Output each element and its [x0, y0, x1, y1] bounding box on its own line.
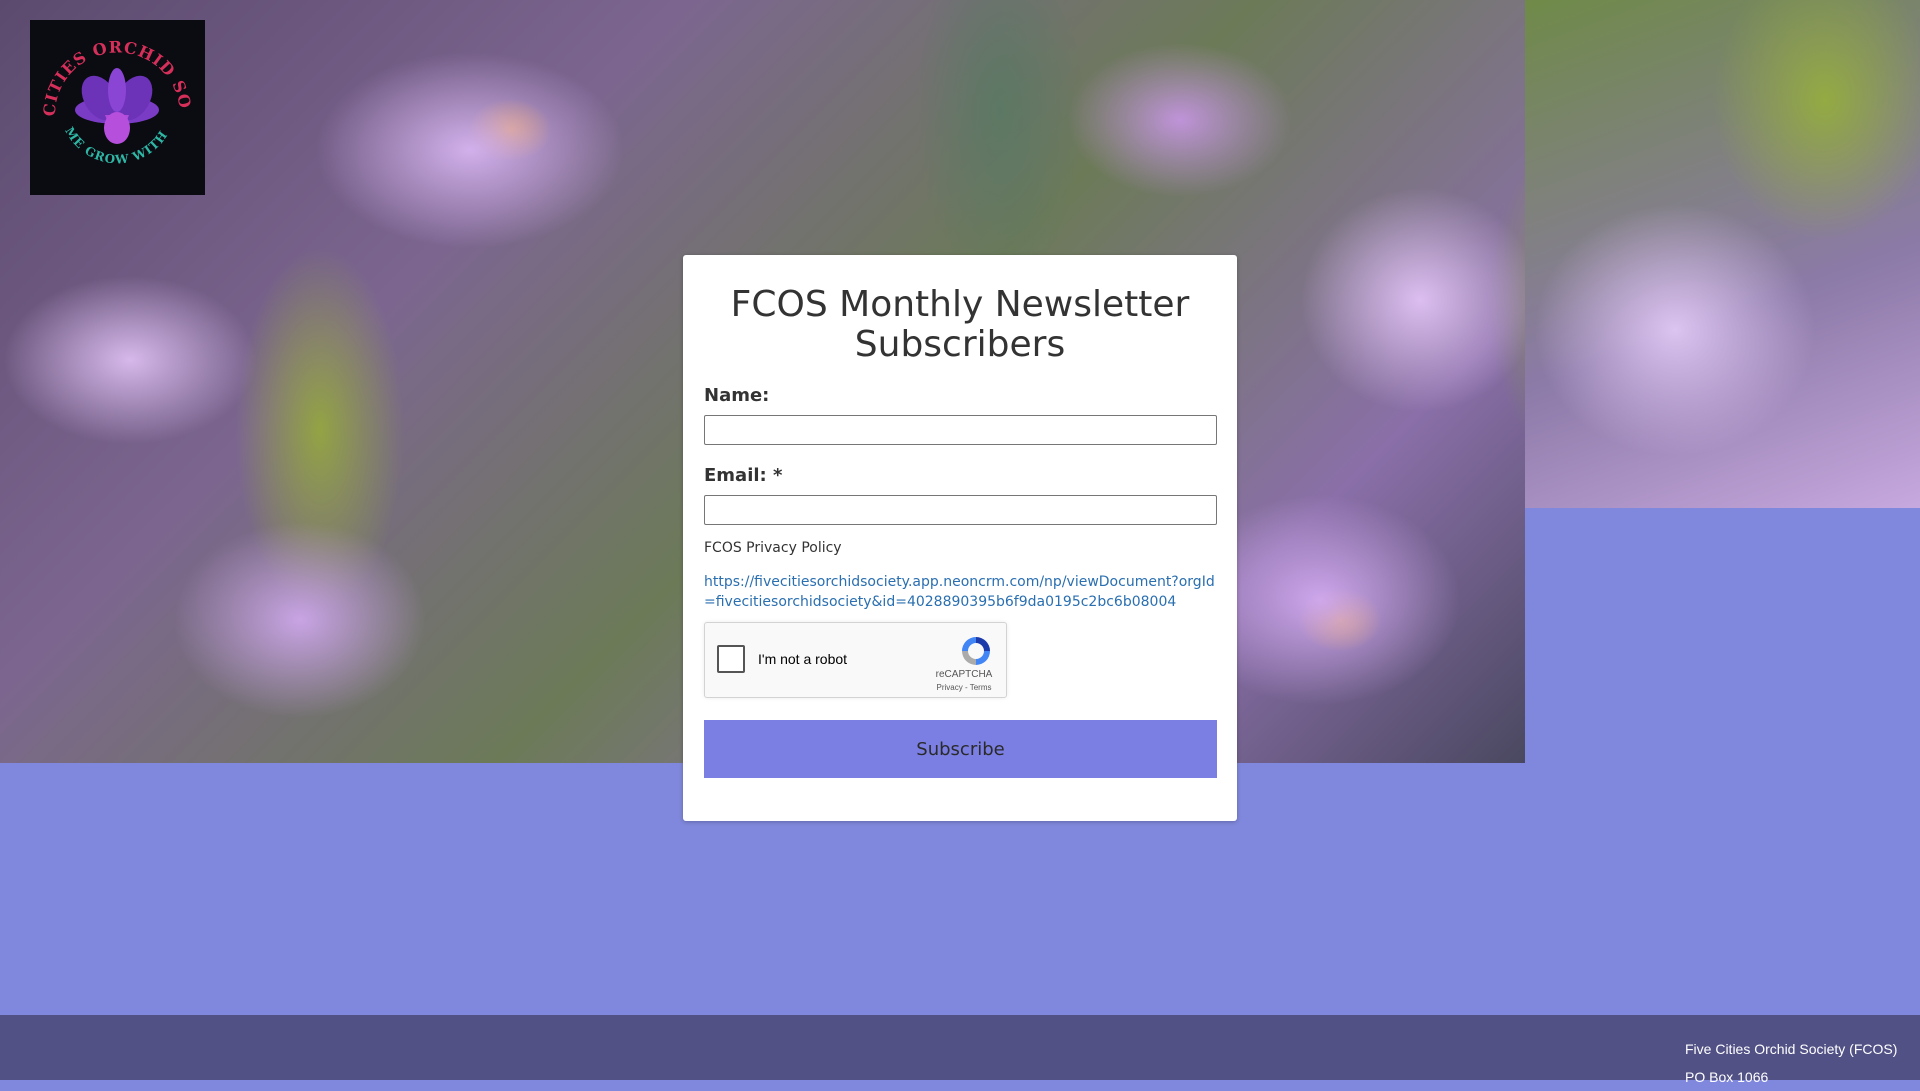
recaptcha-icon — [962, 637, 990, 665]
name-label: Name: — [704, 385, 770, 406]
recaptcha-brand: reCAPTCHA — [935, 669, 993, 680]
subscribe-button[interactable]: Subscribe — [704, 720, 1217, 778]
recaptcha-terms[interactable]: Privacy - Terms — [934, 683, 994, 692]
form-title: FCOS Monthly Newsletter Subscribers — [730, 284, 1190, 365]
privacy-policy-label: FCOS Privacy Policy — [704, 540, 842, 556]
subscribe-form-card: FCOS Monthly Newsletter Subscribers Name… — [683, 255, 1237, 821]
name-field[interactable] — [704, 415, 1217, 445]
recaptcha-label: I'm not a robot — [758, 651, 848, 667]
footer: Five Cities Orchid Society (FCOS) PO Box… — [0, 1015, 1920, 1085]
email-label: Email: * — [704, 465, 783, 486]
privacy-policy-link[interactable]: https://fivecitiesorchidsociety.app.neon… — [704, 572, 1216, 612]
footer-po-box: PO Box 1066 — [1685, 1069, 1769, 1085]
logo-graphic: FIVE CITIES ORCHID SOCIETY COME GROW WIT… — [30, 20, 205, 195]
recaptcha-checkbox[interactable] — [717, 645, 745, 673]
footer-org-name: Five Cities Orchid Society (FCOS) — [1685, 1041, 1898, 1057]
email-field[interactable] — [704, 495, 1217, 525]
recaptcha-widget: I'm not a robot reCAPTCHA Privacy - Term… — [704, 622, 1007, 698]
fcos-logo[interactable]: FIVE CITIES ORCHID SOCIETY COME GROW WIT… — [30, 20, 205, 195]
background-orchid-photo-right — [1525, 0, 1920, 508]
footer-address: Five Cities Orchid Society (FCOS) PO Box… — [1685, 1035, 1897, 1091]
